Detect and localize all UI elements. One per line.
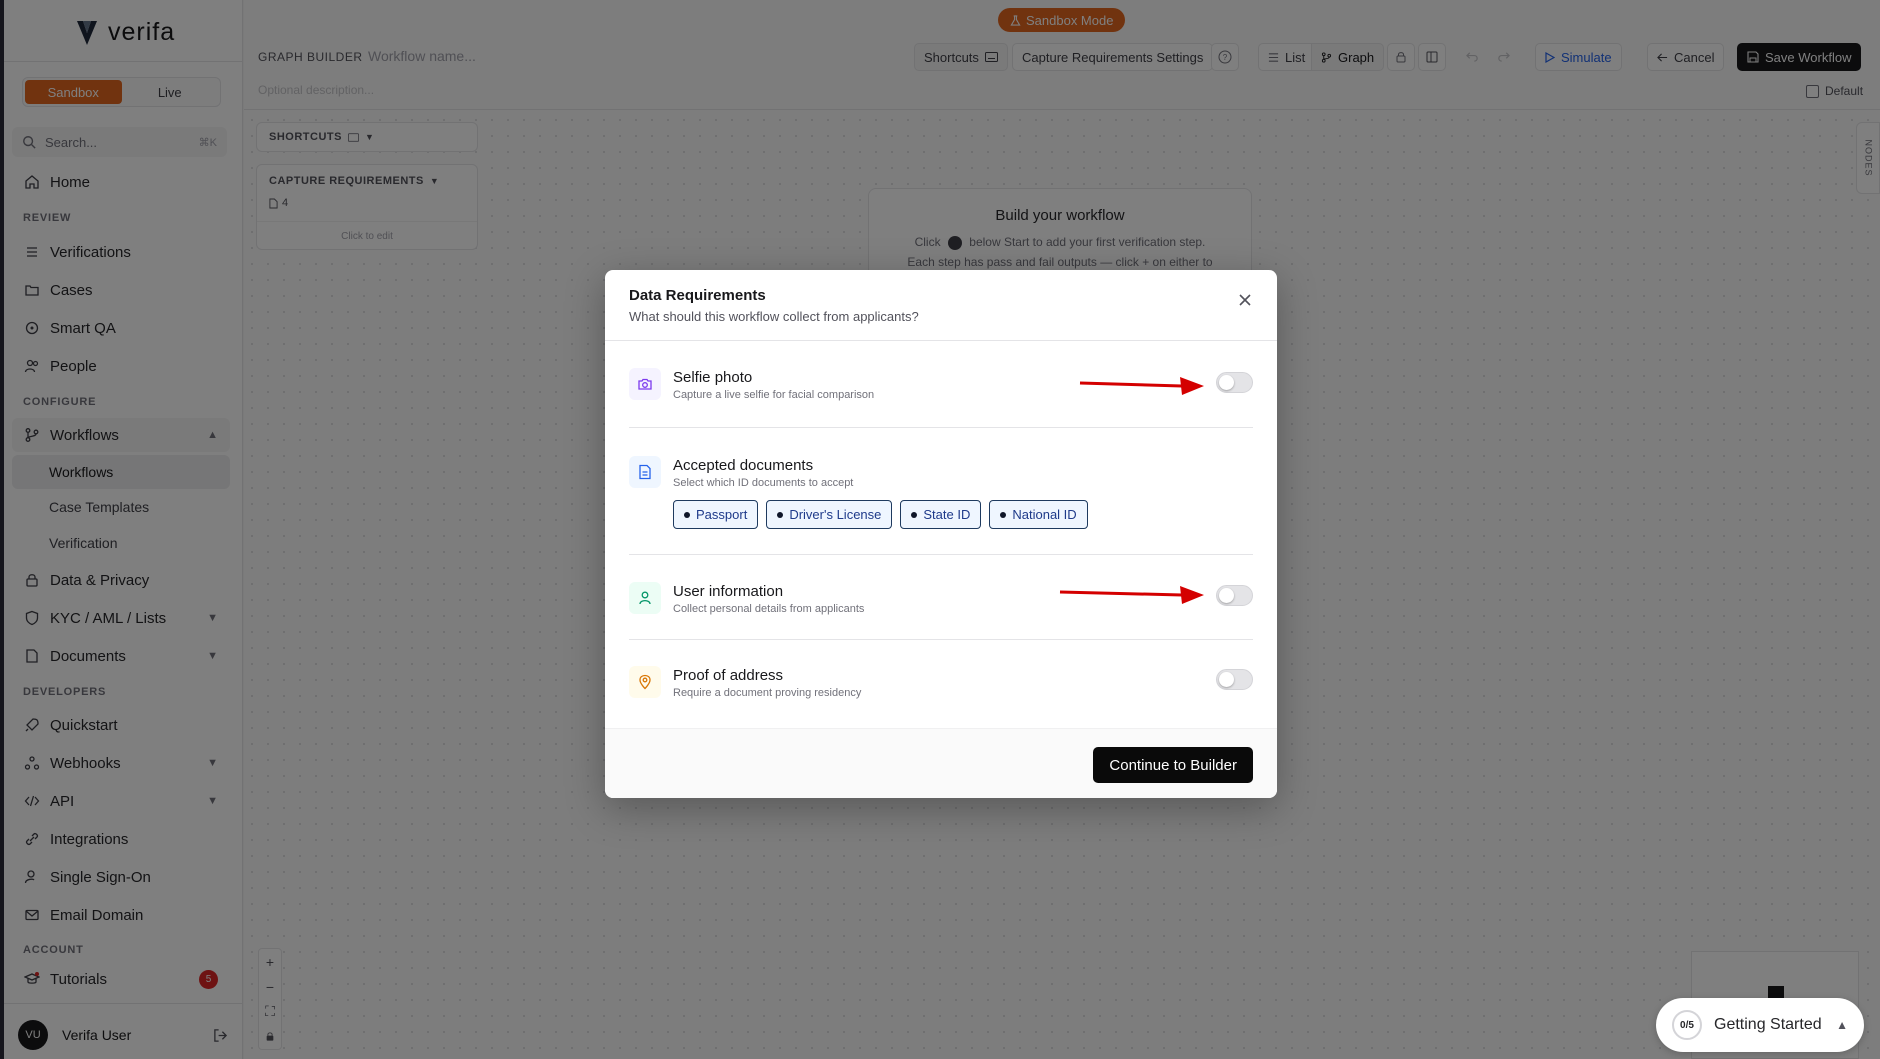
selfie-toggle[interactable] (1216, 372, 1253, 393)
documents-description: Select which ID documents to accept (673, 477, 854, 489)
divider (629, 554, 1253, 555)
getting-started-widget[interactable]: 0/5 Getting Started ▲ (1656, 998, 1864, 1052)
divider (629, 427, 1253, 428)
address-toggle[interactable] (1216, 669, 1253, 690)
chip-dot (1000, 511, 1007, 518)
annotation-arrow-icon (1059, 586, 1204, 604)
chip-label: Passport (696, 507, 748, 522)
chip-label: State ID (923, 507, 971, 522)
documents-title: Accepted documents (673, 457, 814, 474)
user-info-title: User information (673, 583, 784, 600)
chip-dot (911, 511, 918, 518)
chip-dot (684, 511, 690, 518)
continue-to-builder-button[interactable]: Continue to Builder (1093, 747, 1253, 783)
data-requirements-modal: Data Requirements What should this workf… (605, 270, 1277, 798)
chip-passport[interactable]: Passport (673, 500, 759, 529)
chevron-up-icon: ▲ (1836, 1018, 1848, 1032)
modal-footer: Continue to Builder (605, 728, 1277, 798)
getting-started-label: Getting Started (1714, 1016, 1822, 1033)
modal-subtitle: What should this workflow collect from a… (629, 309, 919, 324)
chip-national-id[interactable]: National ID (989, 500, 1088, 529)
document-icon (629, 456, 661, 488)
user-info-description: Collect personal details from applicants (673, 603, 865, 615)
modal-title: Data Requirements (629, 287, 766, 304)
chip-dot (777, 511, 784, 518)
chip-state-id[interactable]: State ID (900, 500, 982, 529)
divider (629, 639, 1253, 640)
address-description: Require a document proving residency (673, 687, 862, 699)
chip-label: National ID (1012, 507, 1077, 522)
user-icon (629, 582, 661, 614)
address-title: Proof of address (673, 667, 784, 684)
selfie-title: Selfie photo (673, 369, 753, 386)
documents-requirement: Accepted documents Select which ID docum… (629, 456, 1253, 496)
camera-icon (629, 368, 661, 400)
user-info-toggle[interactable] (1216, 585, 1253, 606)
chip-drivers-license[interactable]: Driver's License (766, 500, 893, 529)
selfie-description: Capture a live selfie for facial compari… (673, 389, 875, 401)
progress-ring: 0/5 (1672, 1010, 1702, 1040)
address-requirement: Proof of address Require a document prov… (629, 666, 1253, 706)
chip-label: Driver's License (789, 507, 882, 522)
map-pin-icon (629, 666, 661, 698)
close-icon[interactable] (1235, 290, 1255, 310)
divider (605, 340, 1277, 341)
annotation-arrow-icon (1079, 377, 1204, 395)
document-chips: Passport Driver's License State ID Natio… (673, 500, 1088, 529)
